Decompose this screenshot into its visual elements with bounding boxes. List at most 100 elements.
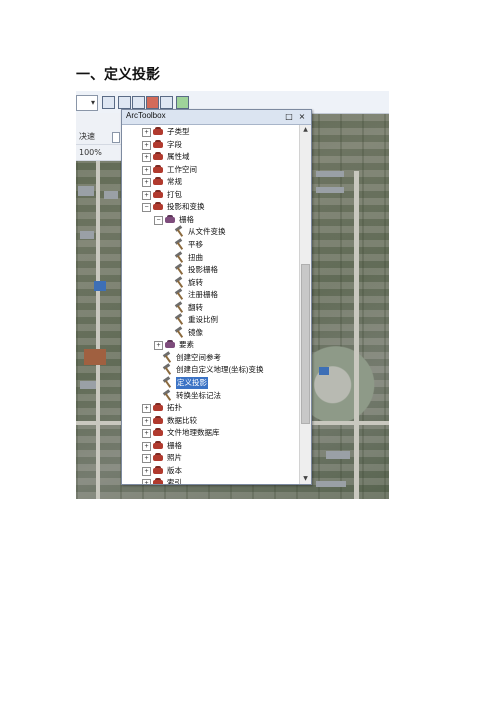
tree-item[interactable]: 注册栅格: [122, 288, 299, 301]
tree-scrollbar[interactable]: ▲ ▼: [299, 125, 311, 484]
tree-item-label: 扭曲: [188, 252, 203, 262]
hammer-tool-icon: [174, 288, 185, 300]
collapse-icon[interactable]: −: [154, 215, 163, 225]
hammer-tool-icon: [162, 363, 173, 376]
tree-item[interactable]: + 字段: [122, 139, 299, 151]
tree-item[interactable]: + 属性域: [122, 151, 299, 163]
tree-item[interactable]: + 文件地理数据库: [122, 427, 299, 439]
expand-icon[interactable]: +: [142, 416, 151, 426]
close-button[interactable]: ×: [297, 111, 307, 122]
tree-item-label: 注册栅格: [188, 290, 218, 300]
tree-item[interactable]: 翻转: [122, 300, 299, 314]
tree-item-label: 属性域: [167, 152, 190, 162]
expand-icon[interactable]: +: [142, 128, 151, 137]
tree-item-label: 要素: [179, 340, 194, 350]
tree-item[interactable]: 扭曲: [122, 250, 299, 264]
toolbox-icon: [153, 164, 164, 174]
model-builder-icon[interactable]: [176, 96, 189, 109]
pin-button[interactable]: □: [284, 111, 294, 122]
toolbox-icon: [153, 465, 164, 475]
tree-item-label: 字段: [167, 139, 182, 149]
tree-item[interactable]: 重设比例: [122, 313, 299, 326]
table-icon[interactable]: [118, 96, 131, 109]
tree-item[interactable]: + 要素: [122, 339, 299, 351]
hammer-tool-icon: [174, 238, 185, 250]
tree-item[interactable]: 平移: [122, 238, 299, 251]
tree-item[interactable]: − 栅格: [122, 214, 299, 226]
toolbox-icon: [153, 428, 164, 437]
speed-label: 决速: [79, 132, 95, 141]
expand-icon[interactable]: +: [142, 404, 151, 414]
expand-icon[interactable]: +: [142, 190, 151, 200]
hammer-tool-icon: [162, 376, 173, 388]
hammer-tool-icon: [174, 225, 185, 238]
arctoolbox-icon[interactable]: [146, 96, 159, 109]
tree-item[interactable]: 镜像: [122, 326, 299, 339]
tree-item-label: 创建空间参考: [176, 352, 221, 362]
tree-item[interactable]: 创建自定义地理(坐标)变换: [122, 363, 299, 376]
expand-icon[interactable]: +: [154, 341, 163, 351]
expand-icon[interactable]: +: [142, 466, 151, 476]
catalog-icon[interactable]: [132, 96, 145, 109]
tree-item[interactable]: 从文件变换: [122, 225, 299, 238]
left-toolbar-strip: 决速 100%: [76, 113, 123, 161]
tree-item-label: 文件地理数据库: [167, 428, 220, 438]
tree-item[interactable]: + 常规: [122, 176, 299, 188]
tree-item-label: 版本: [167, 465, 182, 475]
expand-icon[interactable]: +: [142, 454, 151, 464]
arctoolbox-panel: ArcToolbox □ × + 子类型 + 字段 + 属性域 + 工作空间 + 常规 + 打包 − 投影…: [121, 109, 312, 485]
tree-item[interactable]: 投影栅格: [122, 263, 299, 276]
hammer-tool-icon: [174, 275, 185, 288]
scroll-up-icon[interactable]: ▲: [301, 125, 310, 135]
edit-tool-icon[interactable]: [102, 96, 115, 109]
tree-item[interactable]: + 照片: [122, 452, 299, 464]
tree-item[interactable]: + 拓扑: [122, 402, 299, 414]
expand-icon[interactable]: +: [142, 479, 151, 484]
python-window-icon[interactable]: [160, 96, 173, 109]
expand-icon[interactable]: +: [142, 140, 151, 150]
expand-icon[interactable]: +: [142, 153, 151, 163]
tree-item[interactable]: 创建空间参考: [122, 351, 299, 364]
speed-dropdown[interactable]: [112, 132, 120, 143]
selected-tool-label: 定义投影: [176, 377, 208, 389]
tree-item-label: 子类型: [167, 127, 190, 136]
hammer-tool-icon: [174, 313, 185, 326]
tree-item[interactable]: 转换坐标记法: [122, 388, 299, 402]
speed-row[interactable]: 决速: [76, 129, 122, 145]
hammer-tool-icon: [174, 300, 185, 313]
tree-item[interactable]: 旋转: [122, 275, 299, 289]
expand-icon[interactable]: +: [142, 165, 151, 175]
tree-item[interactable]: − 投影和变换: [122, 201, 299, 213]
tree-item-label: 从文件变换: [188, 227, 226, 237]
tree-item-label: 索引: [167, 478, 182, 484]
tree-item[interactable]: + 数据比较: [122, 415, 299, 427]
tree-item-label: 打包: [167, 189, 182, 199]
tree-item-label: 工作空间: [167, 164, 197, 174]
scroll-thumb[interactable]: [301, 264, 310, 424]
tree-item-label: 拓扑: [167, 403, 182, 413]
hammer-tool-icon: [162, 388, 173, 401]
tree-item[interactable]: + 索引: [122, 477, 299, 484]
page-heading: 一、定义投影: [76, 67, 160, 83]
tree-item[interactable]: 定义投影: [122, 376, 299, 389]
tree-item[interactable]: + 版本: [122, 465, 299, 477]
arctoolbox-titlebar[interactable]: ArcToolbox □ ×: [122, 110, 311, 125]
tree-item[interactable]: + 栅格: [122, 440, 299, 452]
zoom-row[interactable]: 100%: [76, 145, 122, 161]
toolbox-icon: [153, 127, 164, 136]
toolbox-icon: [153, 415, 164, 425]
tree-item[interactable]: + 工作空间: [122, 164, 299, 176]
tree-item-label: 投影栅格: [188, 265, 218, 275]
scale-combo[interactable]: ▾: [76, 95, 98, 111]
expand-icon[interactable]: +: [142, 441, 151, 451]
expand-icon[interactable]: +: [142, 178, 151, 188]
tree-item-label: 转换坐标记法: [176, 390, 221, 400]
scroll-down-icon[interactable]: ▼: [301, 474, 310, 484]
zoom-value: 100%: [79, 148, 102, 157]
expand-icon[interactable]: +: [142, 429, 151, 439]
tree-item[interactable]: + 子类型: [122, 126, 299, 138]
tree-item-label: 镜像: [188, 327, 203, 337]
tree-item[interactable]: + 打包: [122, 189, 299, 201]
collapse-icon[interactable]: −: [142, 203, 151, 213]
toolbox-icon: [153, 403, 164, 412]
